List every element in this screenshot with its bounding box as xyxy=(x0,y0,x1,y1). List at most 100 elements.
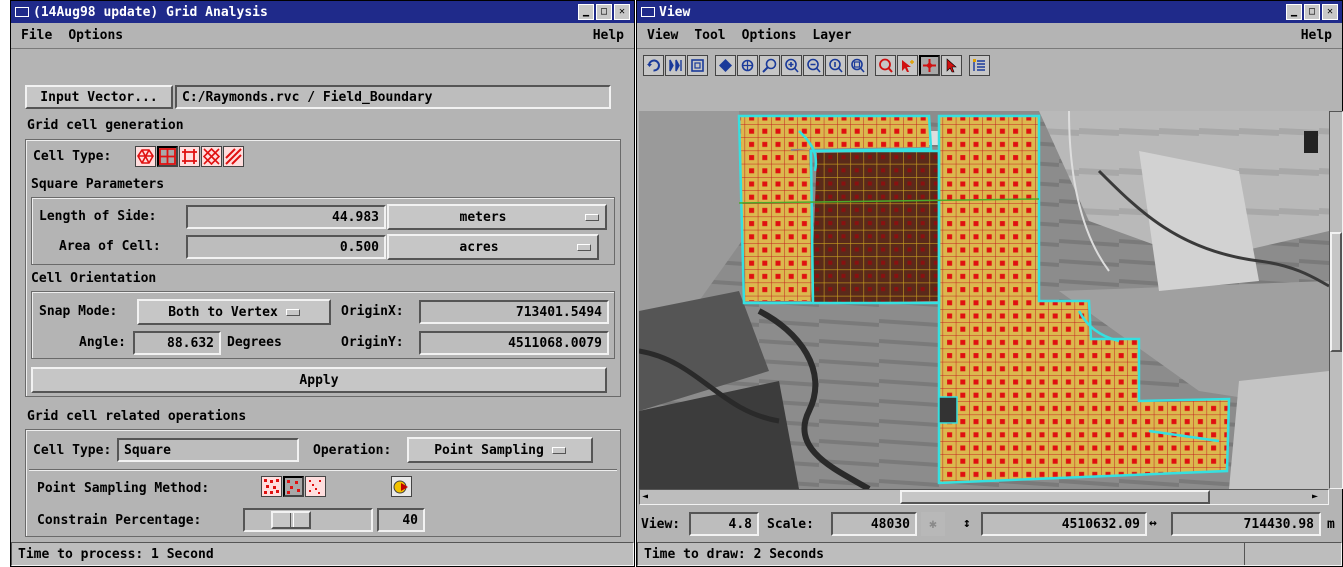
cell-type-label: Cell Type: xyxy=(33,149,112,164)
dropdown-arrow-icon xyxy=(585,213,599,221)
grid-generation-heading: Grid cell generation xyxy=(27,118,184,133)
operation-dropdown[interactable]: Point Sampling xyxy=(407,437,593,463)
snap-mode-dropdown[interactable]: Both to Vertex xyxy=(137,299,331,325)
northing-field[interactable]: 4510632.09 xyxy=(981,512,1147,536)
constrain-percentage-field[interactable]: 40 xyxy=(377,508,425,532)
dropdown-arrow-icon xyxy=(285,308,300,316)
grid-operations-heading: Grid cell related operations xyxy=(27,409,247,424)
pointer-icon[interactable] xyxy=(941,55,962,76)
constrain-slider-thumb[interactable] xyxy=(271,511,311,529)
zoom-out-icon[interactable] xyxy=(803,55,824,76)
rectangle-cell-icon[interactable] xyxy=(179,146,200,167)
grid-menubar: File Options Help xyxy=(11,23,634,49)
status-divider xyxy=(1244,543,1245,565)
apply-button[interactable]: Apply xyxy=(31,367,607,393)
close-icon[interactable]: ✕ xyxy=(1322,4,1338,20)
close-icon[interactable]: ✕ xyxy=(614,4,630,20)
systematic-sampling-icon[interactable] xyxy=(305,476,326,497)
crosshair-tool-icon[interactable] xyxy=(919,55,940,76)
area-unit-dropdown[interactable]: acres xyxy=(387,234,599,260)
northing-arrow-icon: ↕ xyxy=(963,516,971,531)
layer-controls-icon[interactable] xyxy=(969,55,990,76)
square-cell-icon[interactable] xyxy=(157,146,178,167)
scroll-right-arrow-icon[interactable]: ► xyxy=(1312,491,1324,503)
random-sampling-icon[interactable] xyxy=(261,476,282,497)
zoom-red-icon[interactable] xyxy=(875,55,896,76)
grid-status-text: Time to process: 1 Second xyxy=(18,546,214,562)
angle-label: Angle: xyxy=(79,335,126,350)
aerial-photo-map xyxy=(639,111,1329,489)
menu-tool[interactable]: Tool xyxy=(694,28,725,43)
view-window-titlebar[interactable]: View ▁ □ ✕ xyxy=(637,1,1342,23)
menu-file[interactable]: File xyxy=(21,28,52,43)
originy-field[interactable]: 4511068.0079 xyxy=(419,331,609,355)
menu-help[interactable]: Help xyxy=(1301,28,1332,43)
angle-field[interactable]: 88.632 xyxy=(133,331,221,355)
originx-label: OriginX: xyxy=(341,304,404,319)
lock-scale-icon[interactable]: ✱ xyxy=(921,512,945,536)
dropdown-arrow-icon xyxy=(577,243,591,251)
dropdown-arrow-icon xyxy=(551,446,566,454)
select-arrow-red-icon[interactable] xyxy=(897,55,918,76)
length-unit-value: meters xyxy=(459,209,507,225)
minimize-icon[interactable]: ▁ xyxy=(1286,4,1302,20)
diamond-cell-icon[interactable] xyxy=(201,146,222,167)
menu-layer[interactable]: Layer xyxy=(812,28,851,43)
easting-field[interactable]: 714430.98 xyxy=(1171,512,1321,536)
originx-field[interactable]: 713401.5494 xyxy=(419,300,609,324)
grid-analysis-window: (14Aug98 update) Grid Analysis ▁ □ ✕ Fil… xyxy=(10,0,635,567)
cell-type2-field: Square xyxy=(117,438,299,462)
stratified-sampling-icon[interactable] xyxy=(283,476,304,497)
grid-window-title: (14Aug98 update) Grid Analysis xyxy=(33,4,268,20)
view-status-text: Time to draw: 2 Seconds xyxy=(644,546,825,562)
menu-help[interactable]: Help xyxy=(593,28,624,43)
locate-icon[interactable] xyxy=(715,55,736,76)
menu-options[interactable]: Options xyxy=(742,28,797,43)
full-view-icon[interactable] xyxy=(665,55,686,76)
input-vector-button[interactable]: Input Vector... xyxy=(25,85,173,109)
scale-field[interactable]: 48030 xyxy=(831,512,917,536)
window-menu-icon[interactable] xyxy=(641,7,655,17)
map-horizontal-scrollbar[interactable]: ◄ ► xyxy=(639,489,1329,505)
unit-label: m xyxy=(1327,517,1335,532)
view-scale-field[interactable]: 4.8 xyxy=(689,512,759,536)
view-status-bar: Time to draw: 2 Seconds xyxy=(637,542,1342,566)
grid-window-titlebar[interactable]: (14Aug98 update) Grid Analysis ▁ □ ✕ xyxy=(11,1,634,23)
hexagon-cell-icon[interactable] xyxy=(135,146,156,167)
constrain-slider-track[interactable] xyxy=(243,508,373,532)
zoom-extents-icon[interactable] xyxy=(847,55,868,76)
map-canvas[interactable] xyxy=(639,111,1329,489)
length-of-side-label: Length of Side: xyxy=(39,209,157,224)
zoom-box-icon[interactable] xyxy=(687,55,708,76)
view-window: View ▁ □ ✕ View Tool Options Layer Help xyxy=(636,0,1343,567)
area-of-cell-field[interactable]: 0.500 xyxy=(186,235,386,259)
map-vertical-scrollbar-thumb[interactable] xyxy=(1330,232,1342,352)
scale-label: Scale: xyxy=(767,517,814,532)
menu-view[interactable]: View xyxy=(647,28,678,43)
menu-options[interactable]: Options xyxy=(68,28,123,43)
length-unit-dropdown[interactable]: meters xyxy=(387,204,607,230)
easting-arrow-icon: ↔ xyxy=(1149,516,1157,531)
pan-icon[interactable] xyxy=(737,55,758,76)
square-params-heading: Square Parameters xyxy=(31,177,165,192)
operation-value: Point Sampling xyxy=(434,442,544,458)
originy-label: OriginY: xyxy=(341,335,404,350)
window-menu-icon[interactable] xyxy=(15,7,29,17)
scroll-left-arrow-icon[interactable]: ◄ xyxy=(642,491,654,503)
length-of-side-field[interactable]: 44.983 xyxy=(186,205,386,229)
map-vertical-scrollbar[interactable] xyxy=(1329,111,1343,489)
constrain-percentage-label: Constrain Percentage: xyxy=(37,513,202,528)
minimize-icon[interactable]: ▁ xyxy=(578,4,594,20)
map-horizontal-scrollbar-thumb[interactable] xyxy=(900,490,1210,504)
zoom-in-icon[interactable] xyxy=(781,55,802,76)
area-unit-value: acres xyxy=(459,239,499,255)
maximize-icon[interactable]: □ xyxy=(596,4,612,20)
maximize-icon[interactable]: □ xyxy=(1304,4,1320,20)
zoom-1x-icon[interactable] xyxy=(825,55,846,76)
diagonal-cell-icon[interactable] xyxy=(223,146,244,167)
zoom-previous-icon[interactable] xyxy=(759,55,780,76)
view-menubar: View Tool Options Layer Help xyxy=(637,23,1342,49)
view-toolbar xyxy=(643,53,1283,81)
run-process-icon[interactable] xyxy=(391,476,412,497)
redraw-icon[interactable] xyxy=(643,55,664,76)
